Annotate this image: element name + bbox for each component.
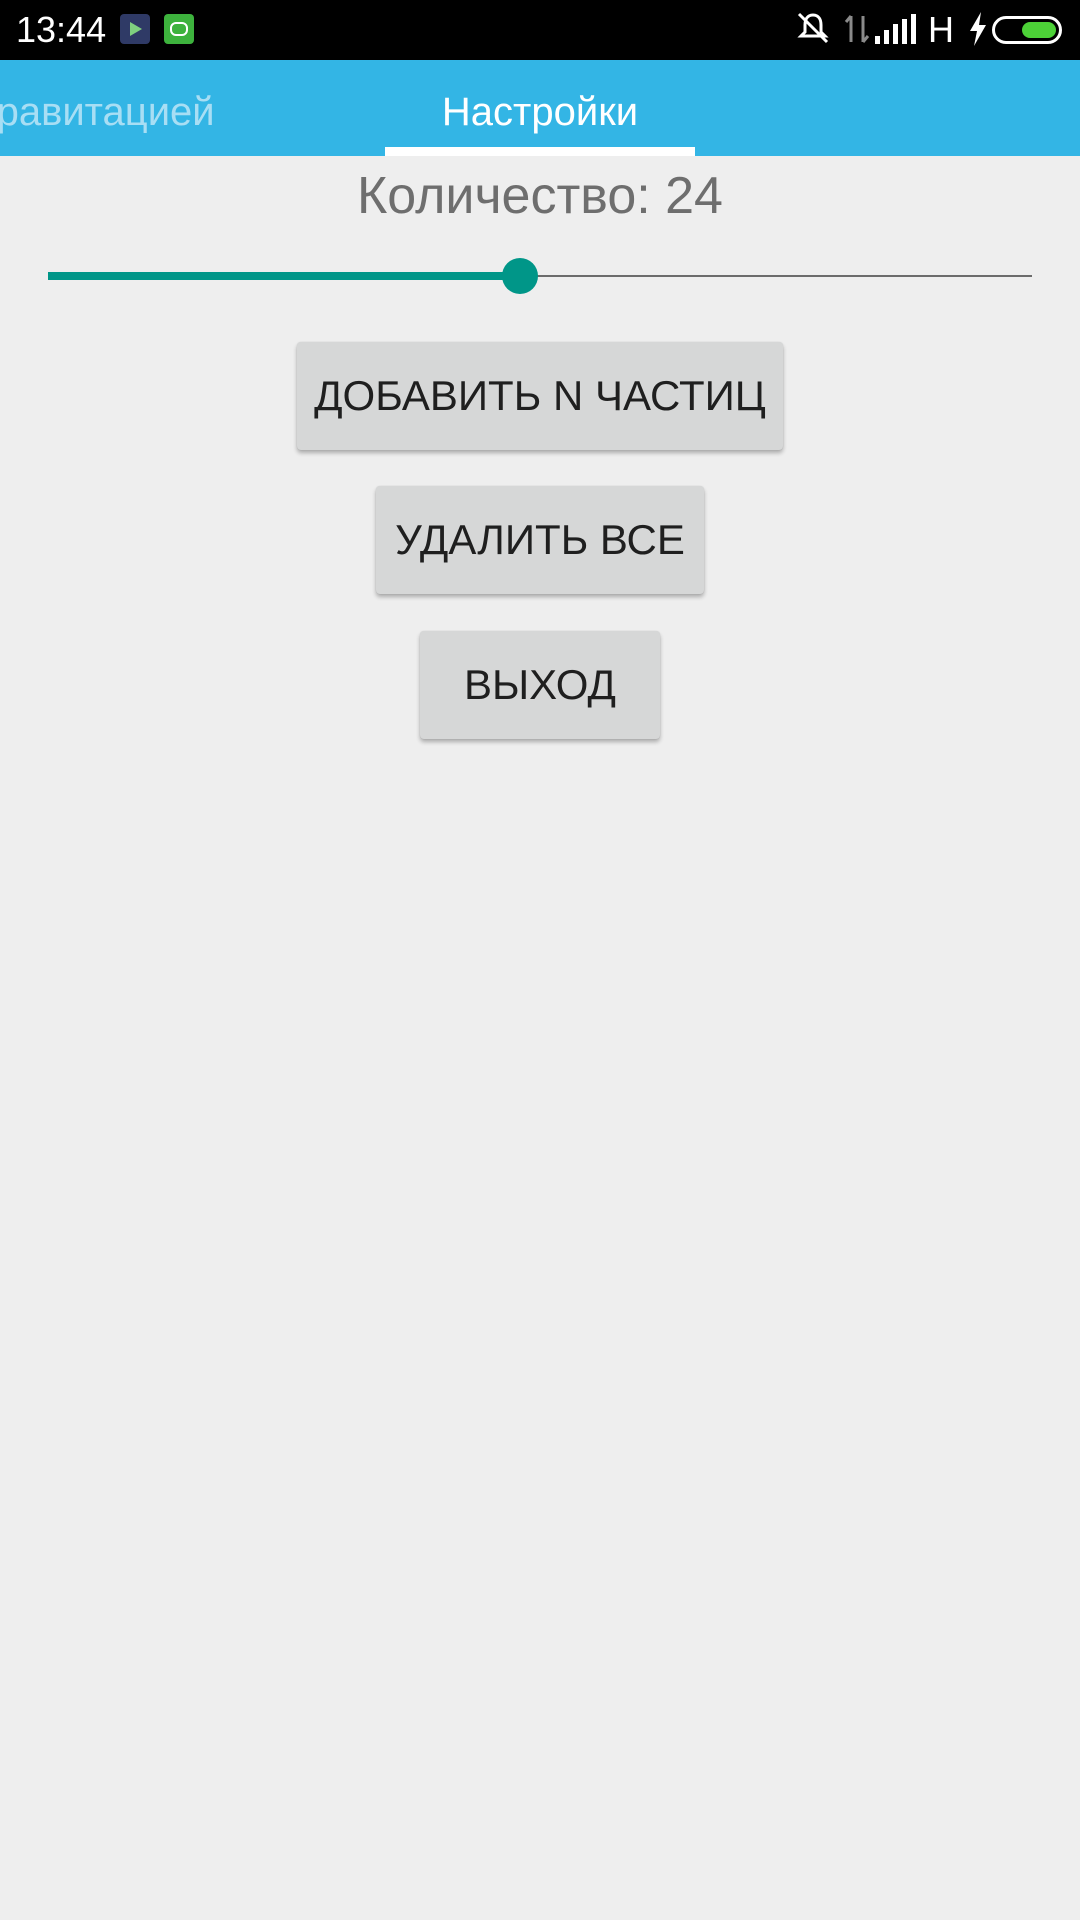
data-arrows-icon [844,15,870,43]
slider-fill [48,272,520,280]
status-bar: 13:44 H [0,0,1080,60]
network-type-label: H [928,9,954,50]
remove-all-button[interactable]: УДАЛИТЬ ВСЕ [376,486,704,594]
exit-button[interactable]: ВЫХОД [420,631,660,739]
slider-thumb[interactable] [502,258,538,294]
tab-settings[interactable]: Настройки [385,60,695,156]
status-time: 13:44 [16,9,107,50]
tab-bar: гравитацией Настройки [0,60,1080,156]
count-slider[interactable] [48,256,1032,296]
signal-icon [875,14,916,44]
charging-bolt-icon [970,12,986,46]
mute-icon [797,12,829,44]
count-label: Количество: 24 [357,167,723,225]
tab-gravity[interactable]: гравитацией [0,60,215,156]
robot-notification-icon [164,14,194,44]
battery-icon [992,16,1062,44]
add-particles-button[interactable]: ДОБАВИТЬ N ЧАСТИЦ [297,342,783,450]
tab-selected-indicator [385,147,695,156]
play-store-notification-icon [120,14,150,44]
